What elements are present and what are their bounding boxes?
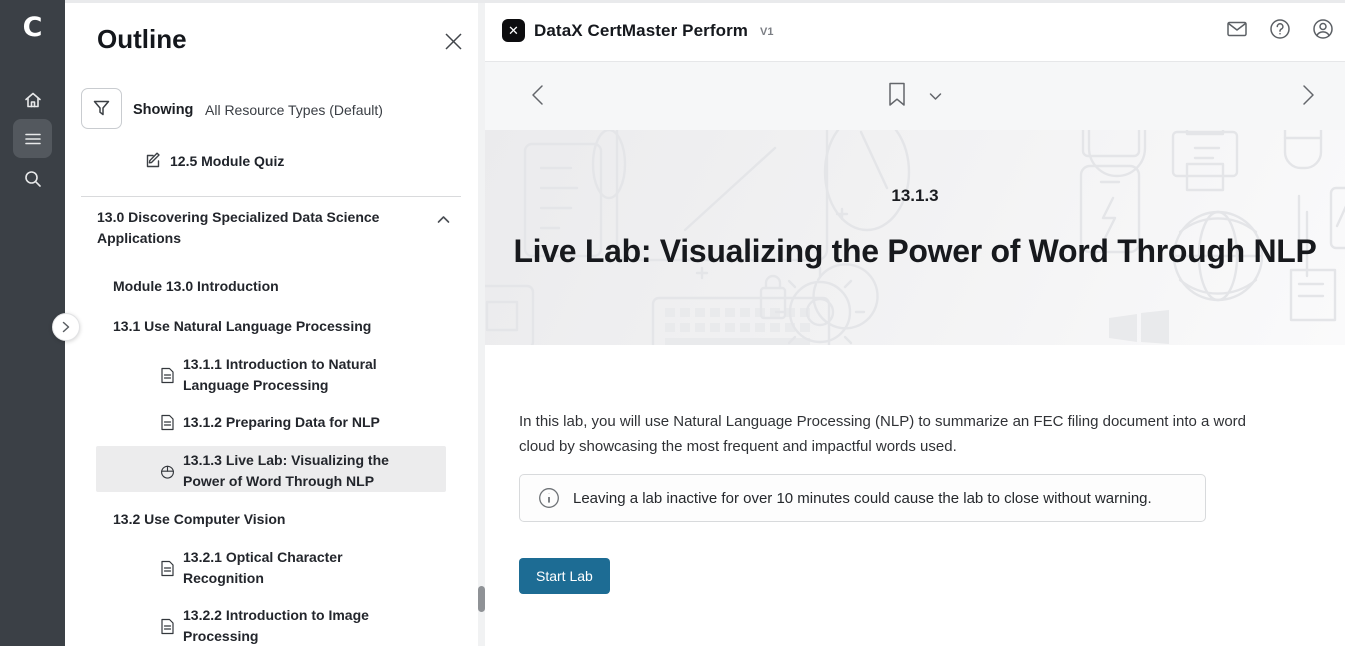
outline-item-13-1-1[interactable]: 13.1.1 Introduction to Natural Language … [160, 354, 410, 396]
outline-item-label: 12.5 Module Quiz [170, 153, 284, 169]
bookmark-menu-button[interactable] [929, 88, 943, 106]
outline-item-13-2-1[interactable]: 13.2.1 Optical Character Recognition [160, 547, 410, 589]
search-button[interactable] [13, 159, 52, 198]
home-icon [23, 90, 43, 110]
outline-item-label: 13.1.1 Introduction to Natural Language … [183, 354, 398, 396]
course-brand: ✕ DataX CertMaster Perform V1 [502, 19, 774, 42]
collapse-toggle[interactable] [437, 209, 450, 230]
lesson-title: Live Lab: Visualizing the Power of Word … [485, 233, 1345, 270]
course-title: DataX CertMaster Perform [534, 21, 748, 41]
close-icon [444, 32, 463, 51]
outline-item-13-1[interactable]: 13.1 Use Natural Language Processing [113, 316, 413, 337]
outline-scrollbar-thumb[interactable] [478, 586, 485, 612]
document-icon [160, 367, 175, 384]
info-icon [538, 487, 560, 509]
outline-panel-title: Outline [97, 24, 187, 55]
showing-label: Showing [133, 102, 193, 118]
lesson-unit-number: 13.1.3 [485, 186, 1345, 206]
next-page-button[interactable] [1302, 84, 1315, 111]
messages-button[interactable] [1224, 16, 1250, 42]
outline-item-label: 13.1.2 Preparing Data for NLP [183, 412, 398, 433]
outline-item-module-13-0-intro[interactable]: Module 13.0 Introduction [113, 276, 413, 297]
close-outline-button[interactable] [440, 28, 466, 54]
document-icon [160, 560, 175, 577]
outline-item-label: 13.0 Discovering Specialized Data Scienc… [97, 209, 379, 246]
datax-logo-icon: ✕ [502, 19, 525, 42]
bookmark-group [888, 82, 943, 112]
filter-funnel-icon [93, 100, 110, 117]
outline-item-label: 13.1.3 Live Lab: Visualizing the Power o… [183, 450, 398, 492]
outline-menu-button[interactable] [13, 119, 52, 158]
lesson-body: In this lab, you will use Natural Langua… [485, 345, 1345, 646]
chevron-down-icon [929, 92, 943, 101]
panel-expand-button[interactable] [52, 313, 80, 341]
previous-page-button[interactable] [531, 84, 544, 111]
quiz-pencil-icon [145, 152, 162, 169]
outline-item-13-1-2[interactable]: 13.1.2 Preparing Data for NLP [160, 412, 410, 433]
inactivity-notice: Leaving a lab inactive for over 10 minut… [519, 474, 1206, 522]
mouse-icon [160, 463, 175, 480]
start-lab-button[interactable]: Start Lab [519, 558, 610, 594]
help-icon [1268, 17, 1292, 41]
document-icon [160, 414, 175, 431]
outline-section-13-0[interactable]: 13.0 Discovering Specialized Data Scienc… [97, 207, 409, 249]
outline-item-13-2-2[interactable]: 13.2.2 Introduction to Image Processing [160, 605, 410, 646]
outline-panel: Outline Showing All Resource Types (Defa… [65, 0, 485, 646]
comptia-logo: C [0, 12, 65, 43]
outline-item-label: 13.2 Use Computer Vision [113, 511, 285, 527]
outline-item-module-quiz[interactable]: 12.5 Module Quiz [145, 152, 284, 169]
course-version: V1 [760, 26, 773, 38]
outline-item-label: Module 13.0 Introduction [113, 278, 279, 294]
header-actions [1224, 16, 1336, 42]
chevron-right-icon [62, 321, 70, 333]
outline-item-label: 13.1 Use Natural Language Processing [113, 318, 371, 334]
lesson-description: In this lab, you will use Natural Langua… [519, 409, 1264, 459]
main-content: ✕ DataX CertMaster Perform V1 [485, 0, 1345, 646]
home-button[interactable] [13, 80, 52, 119]
mail-icon [1225, 17, 1249, 41]
app-window: C Outline Showin [0, 0, 1345, 646]
filter-value: All Resource Types (Default) [205, 102, 383, 118]
document-icon [160, 618, 175, 635]
search-icon [23, 169, 43, 189]
course-header: ✕ DataX CertMaster Perform V1 [485, 0, 1345, 62]
lesson-toolbar [485, 62, 1345, 130]
menu-icon [24, 130, 42, 148]
divider [81, 196, 461, 197]
chevron-up-icon [437, 215, 450, 224]
outline-item-13-2[interactable]: 13.2 Use Computer Vision [113, 509, 413, 530]
filter-button[interactable] [81, 88, 122, 129]
forward-chevron-icon [1302, 84, 1315, 106]
account-button[interactable] [1310, 16, 1336, 42]
notice-text: Leaving a lab inactive for over 10 minut… [573, 490, 1152, 507]
lesson-hero-banner: 13.1.3 Live Lab: Visualizing the Power o… [485, 130, 1345, 345]
top-edge-strip [65, 0, 1345, 3]
outline-item-label: 13.2.1 Optical Character Recognition [183, 547, 398, 589]
outline-scrollbar-track[interactable] [478, 0, 485, 646]
account-icon [1311, 17, 1335, 41]
help-button[interactable] [1267, 16, 1293, 42]
bookmark-button[interactable] [888, 82, 907, 112]
bookmark-icon [888, 82, 907, 107]
back-chevron-icon [531, 84, 544, 106]
outline-item-13-1-3-selected[interactable]: 13.1.3 Live Lab: Visualizing the Power o… [160, 450, 410, 492]
outline-item-label: 13.2.2 Introduction to Image Processing [183, 605, 398, 646]
